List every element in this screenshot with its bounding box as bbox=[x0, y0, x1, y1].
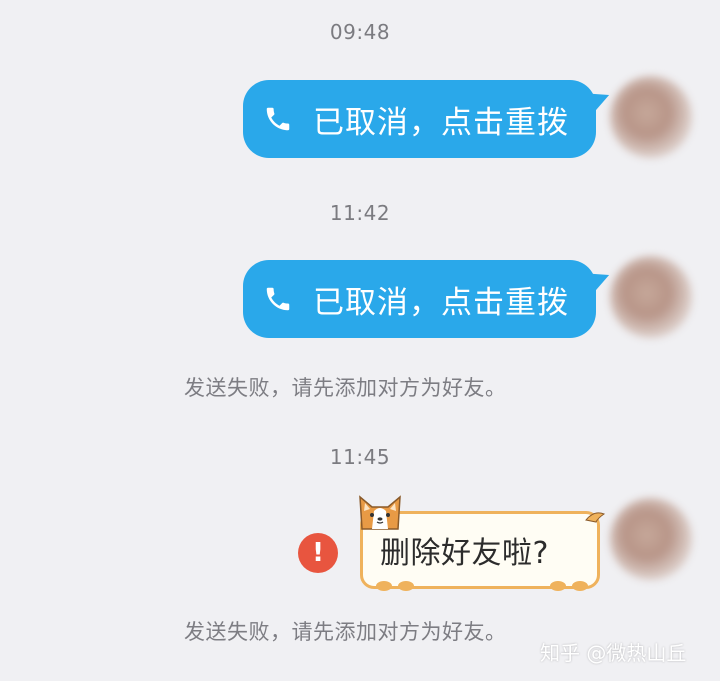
avatar[interactable] bbox=[602, 240, 720, 350]
exclamation-circle-icon[interactable]: ! bbox=[298, 533, 338, 573]
corgi-feet-icon bbox=[376, 581, 588, 591]
avatar-image bbox=[610, 76, 692, 158]
call-status-text: 已取消，点击重拨 bbox=[313, 104, 569, 141]
timestamp: 11:45 bbox=[329, 445, 391, 469]
timestamp: 09:48 bbox=[329, 20, 391, 44]
phone-icon bbox=[261, 102, 295, 136]
watermark: 知乎 @微热山丘 bbox=[540, 641, 687, 665]
avatar[interactable] bbox=[602, 482, 720, 592]
avatar-image bbox=[610, 498, 692, 580]
call-message-bubble[interactable]: 已取消，点击重拨 bbox=[243, 260, 613, 338]
phone-icon bbox=[261, 282, 295, 316]
sticker-text: 删除好友啦? bbox=[380, 536, 549, 571]
send-failed-notice: 发送失败，请先添加对方为好友。 bbox=[184, 620, 507, 644]
send-failed-notice: 发送失败，请先添加对方为好友。 bbox=[184, 376, 507, 400]
avatar-image bbox=[610, 256, 692, 338]
corgi-icon bbox=[359, 495, 401, 530]
call-status-text: 已取消，点击重拨 bbox=[313, 284, 569, 321]
avatar[interactable] bbox=[602, 62, 720, 172]
call-message-bubble[interactable]: 已取消，点击重拨 bbox=[243, 80, 613, 158]
timestamp: 11:42 bbox=[329, 201, 391, 225]
